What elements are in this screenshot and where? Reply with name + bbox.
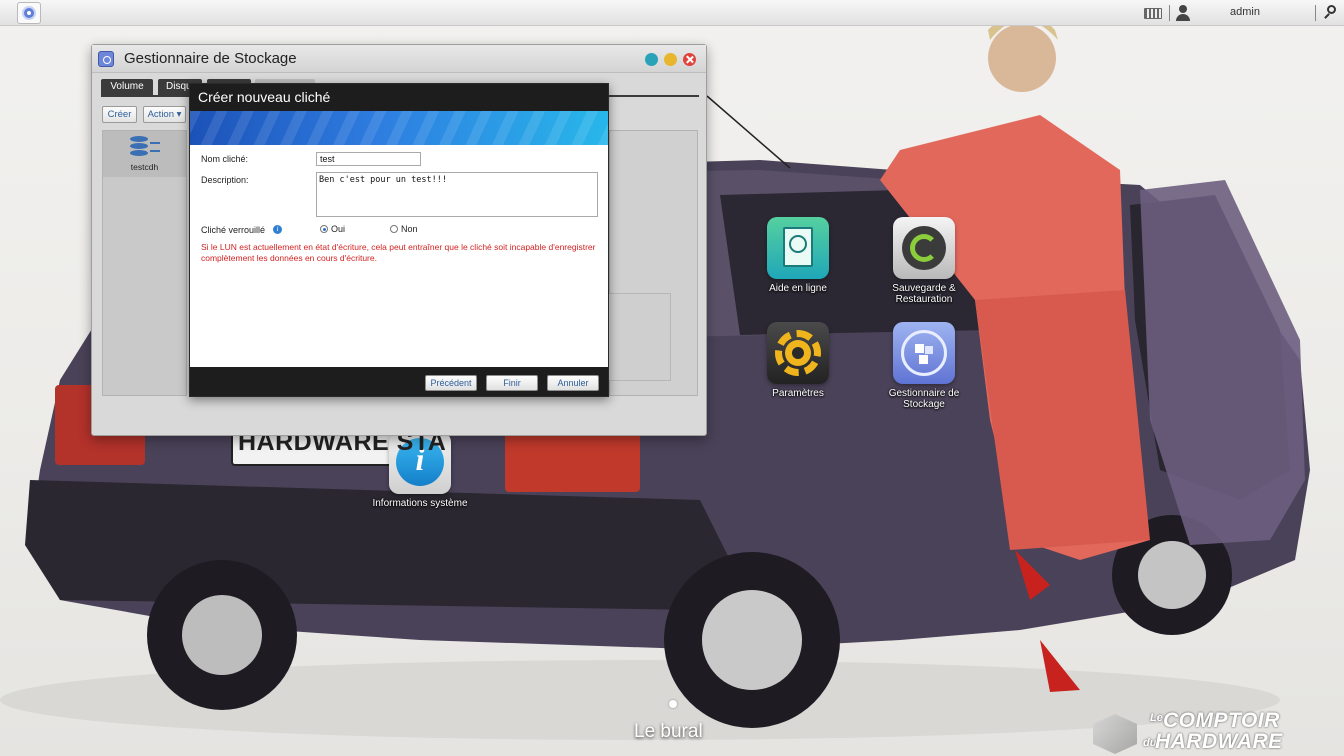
settings-gear-icon: [767, 322, 829, 384]
window-titlebar[interactable]: Gestionnaire de Stockage: [92, 45, 706, 73]
radio-oui[interactable]: [320, 225, 328, 233]
divider: [1169, 5, 1170, 21]
desktop-icon-label: Informations système: [372, 498, 468, 509]
cube-logo-icon: [1093, 714, 1137, 754]
description-label: Description:: [201, 175, 249, 185]
watermark-le: Le: [1150, 712, 1163, 724]
lun-list: testcdh: [102, 130, 187, 396]
dialog-banner: [190, 111, 608, 145]
keyboard-icon[interactable]: [1144, 8, 1162, 19]
radio-oui-label[interactable]: Oui: [331, 224, 345, 234]
radio-non-label[interactable]: Non: [401, 224, 418, 234]
page-indicator[interactable]: [669, 700, 677, 708]
locked-snapshot-label: Cliché verrouillé: [201, 225, 266, 235]
info-icon[interactable]: i: [273, 225, 282, 234]
list-item[interactable]: testcdh: [103, 131, 186, 177]
search-icon[interactable]: [1323, 5, 1337, 21]
site-watermark-logo: Le COMPTOIR du HARDWARE: [1093, 709, 1303, 754]
backup-restore-icon: [893, 217, 955, 279]
storage-manager-icon: [98, 51, 114, 67]
user-icon[interactable]: [1176, 5, 1190, 21]
desktop-icon-sauvegarde[interactable]: Sauvegarde & Restauration: [869, 217, 979, 305]
close-button[interactable]: [683, 53, 696, 66]
radio-non[interactable]: [390, 225, 398, 233]
desktop-icon-label: Sauvegarde & Restauration: [892, 283, 956, 305]
desktop-caption: Le bural: [634, 721, 703, 742]
desktop-icon-label: Paramètres: [772, 388, 824, 399]
snapshot-name-label: Nom cliché:: [201, 154, 249, 164]
create-snapshot-dialog[interactable]: Créer nouveau cliché Nom cliché: Descrip…: [189, 83, 609, 397]
desktop-icon-label: Gestionnaire de Stockage: [888, 388, 960, 410]
minimize-button[interactable]: [664, 53, 677, 66]
tab-volume[interactable]: Volume: [101, 79, 153, 95]
desktop-icon-aide-en-ligne[interactable]: Aide en ligne: [743, 217, 853, 294]
snapshot-name-input[interactable]: [316, 152, 421, 166]
desktop-icon-parametres[interactable]: Paramètres: [743, 322, 853, 399]
transfer-arrow-icon: [150, 142, 160, 152]
desktop-icon-label: Aide en ligne: [769, 283, 827, 294]
cancel-button[interactable]: Annuler: [547, 375, 599, 391]
window-title: Gestionnaire de Stockage: [124, 50, 297, 67]
previous-button[interactable]: Précédent: [425, 375, 477, 391]
main-menu-icon: [22, 6, 36, 20]
description-textarea[interactable]: Ben c'est pour un test!!!: [316, 172, 598, 217]
main-menu-button[interactable]: [17, 2, 41, 24]
divider: [1315, 5, 1316, 21]
action-dropdown[interactable]: Action ▾: [143, 106, 186, 123]
username-label[interactable]: admin: [1230, 6, 1260, 18]
help-manual-icon: [767, 217, 829, 279]
warning-text: Si le LUN est actuellement en état d'écr…: [201, 242, 596, 263]
create-button[interactable]: Créer: [102, 106, 137, 123]
top-bar: admin: [0, 0, 1344, 26]
dialog-footer: [190, 367, 608, 396]
finish-button[interactable]: Finir: [486, 375, 538, 391]
desktop-icon-gestionnaire-stockage[interactable]: Gestionnaire de Stockage: [869, 322, 979, 410]
help-button[interactable]: [645, 53, 658, 66]
database-icon: [130, 136, 148, 158]
watermark-hardware: HARDWARE: [1155, 730, 1283, 753]
list-item-label: testcdh: [130, 162, 159, 172]
storage-manager-icon: [893, 322, 955, 384]
dialog-title[interactable]: Créer nouveau cliché: [190, 84, 608, 111]
